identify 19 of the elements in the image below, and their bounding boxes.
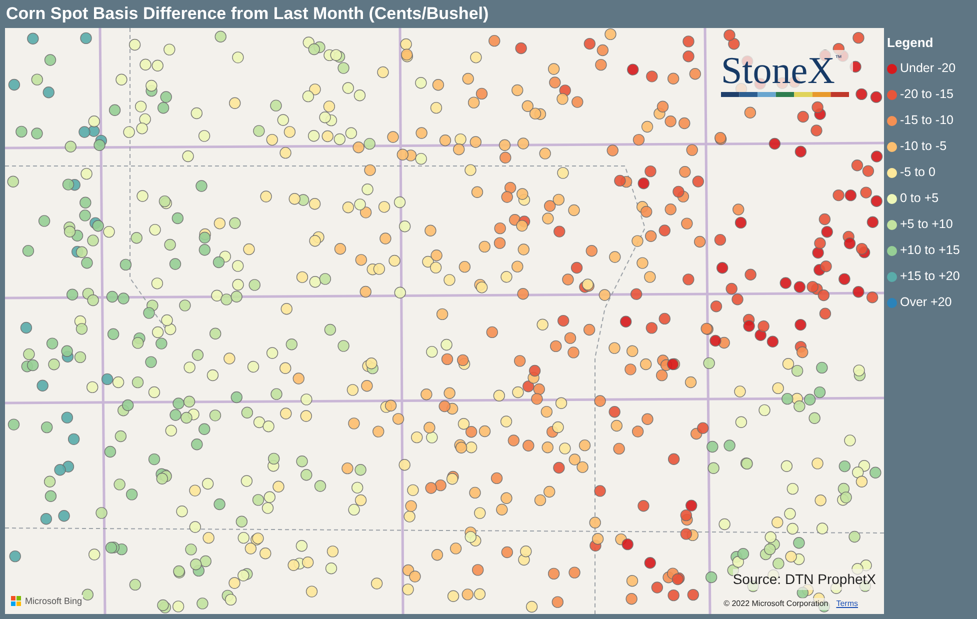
terms-link[interactable]: Terms xyxy=(836,598,858,610)
color-stripe-icon xyxy=(721,92,849,97)
legend-label: -5 to 0 xyxy=(900,164,936,182)
legend-label: +15 to +20 xyxy=(900,268,960,286)
legend-label: Under -20 xyxy=(900,60,956,78)
legend-label: -20 to -15 xyxy=(900,86,954,104)
logo-wordmark: StoneX xyxy=(721,50,835,92)
source-note: Source: DTN ProphetX xyxy=(732,569,876,590)
legend-label: 0 to +5 xyxy=(900,190,939,208)
legend-label: +10 to +15 xyxy=(900,242,960,260)
windows-logo-icon xyxy=(11,596,21,606)
legend-title: Legend xyxy=(887,34,934,52)
copyright-note: © 2022 Microsoft Corporation xyxy=(724,598,828,610)
legend-label: -15 to -10 xyxy=(900,112,954,130)
legend-label: Over +20 xyxy=(900,294,952,312)
legend-label: +5 to +10 xyxy=(900,216,953,234)
map-provider-label: Microsoft Bing xyxy=(24,594,84,608)
chart-title: Corn Spot Basis Difference from Last Month (Cents/Bushel) xyxy=(5,3,490,26)
legend-label: -10 to -5 xyxy=(900,138,947,156)
